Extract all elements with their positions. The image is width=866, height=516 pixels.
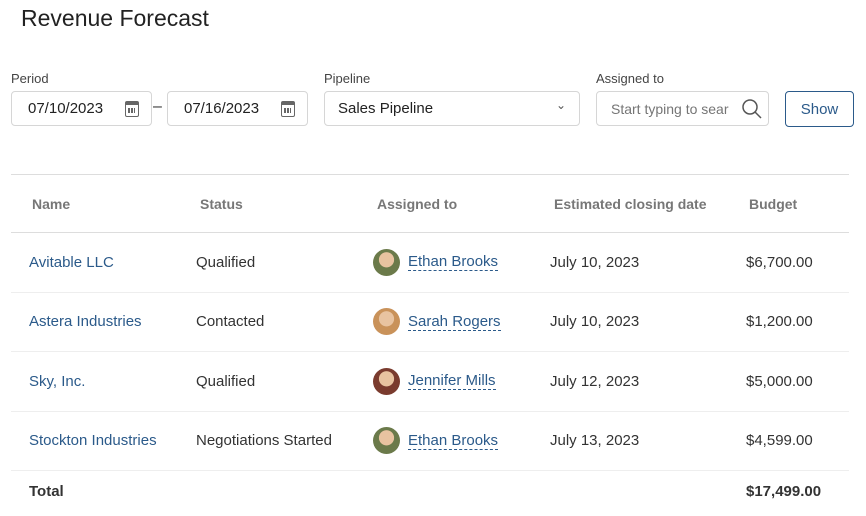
assigned-label: Assigned to: [596, 71, 664, 86]
avatar: [373, 248, 400, 276]
deal-name-link[interactable]: Astera Industries: [29, 313, 142, 330]
calendar-icon[interactable]: [125, 101, 139, 117]
assigned-input[interactable]: [596, 91, 769, 126]
assignee-link[interactable]: Sarah Rogers: [408, 313, 501, 331]
date-from-input[interactable]: 07/10/2023: [11, 91, 152, 126]
table-row: Astera Industries Contacted Sarah Rogers…: [11, 292, 849, 352]
pipeline-value: Sales Pipeline: [338, 100, 434, 117]
closing-date-cell: July 13, 2023: [550, 411, 746, 471]
table-row: Avitable LLC Qualified Ethan Brooks July…: [11, 232, 849, 293]
status-cell: Negotiations Started: [196, 411, 373, 471]
closing-date-cell: July 12, 2023: [550, 351, 746, 412]
deal-name-link[interactable]: Stockton Industries: [29, 432, 157, 449]
header-budget[interactable]: Budget: [746, 174, 849, 233]
budget-cell: $6,700.00: [746, 232, 849, 293]
total-label: Total: [29, 483, 64, 501]
total-row: Total $17,499.00: [11, 471, 849, 513]
header-name[interactable]: Name: [11, 174, 196, 233]
assignee-link[interactable]: Jennifer Mills: [408, 372, 496, 391]
deal-name-link[interactable]: Sky, Inc.: [29, 373, 85, 390]
status-cell: Qualified: [196, 232, 373, 293]
pipeline-label: Pipeline: [324, 71, 371, 86]
status-cell: Qualified: [196, 351, 373, 412]
header-assigned[interactable]: Assigned to: [373, 174, 550, 233]
pipeline-select[interactable]: Sales Pipeline ⌄: [324, 91, 580, 126]
avatar: [373, 308, 400, 336]
forecast-table: Name Status Assigned to Estimated closin…: [11, 174, 849, 513]
closing-date-cell: July 10, 2023: [550, 232, 746, 293]
show-button[interactable]: Show: [785, 91, 854, 127]
deal-name-link[interactable]: Avitable LLC: [29, 254, 114, 271]
assignee-link[interactable]: Ethan Brooks: [408, 253, 499, 272]
header-date[interactable]: Estimated closing date: [550, 174, 746, 233]
assignee-link[interactable]: Ethan Brooks: [408, 432, 499, 450]
page-title: Revenue Forecast: [21, 5, 209, 31]
calendar-icon[interactable]: [281, 101, 295, 117]
period-label: Period: [11, 71, 49, 86]
search-icon[interactable]: [741, 98, 763, 120]
assigned-search-field[interactable]: [611, 100, 736, 117]
chevron-down-icon: ⌄: [555, 98, 566, 112]
avatar: [373, 367, 400, 395]
date-separator: –: [153, 98, 162, 115]
date-to-value: 07/16/2023: [184, 100, 260, 117]
table-row: Stockton Industries Negotiations Started…: [11, 411, 849, 471]
budget-cell: $4,599.00: [746, 411, 849, 471]
total-value: $17,499.00: [746, 483, 822, 501]
budget-cell: $5,000.00: [746, 351, 849, 412]
date-from-value: 07/10/2023: [28, 100, 104, 117]
closing-date-cell: July 10, 2023: [550, 292, 746, 352]
budget-cell: $1,200.00: [746, 292, 849, 352]
avatar: [373, 427, 400, 455]
table-row: Sky, Inc. Qualified Jennifer Mills July …: [11, 351, 849, 412]
status-cell: Contacted: [196, 292, 373, 352]
header-status[interactable]: Status: [196, 174, 373, 233]
date-to-input[interactable]: 07/16/2023: [167, 91, 308, 126]
